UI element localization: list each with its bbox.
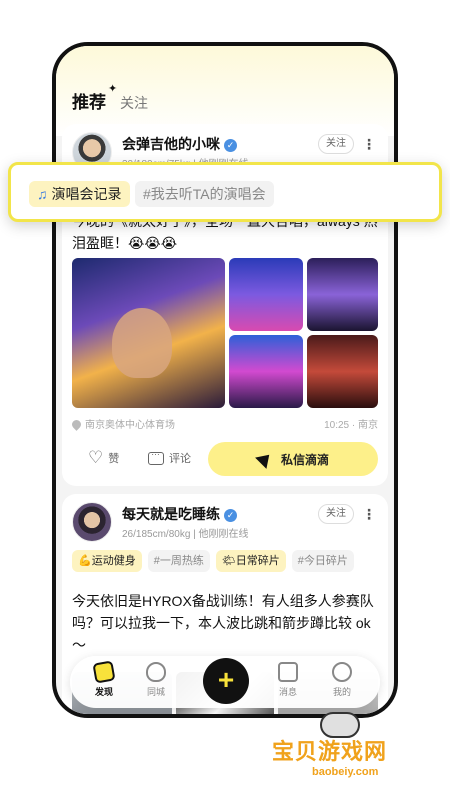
like-label: 赞 xyxy=(108,453,120,465)
message-icon xyxy=(278,662,298,682)
comment-label: 评论 xyxy=(169,453,191,465)
discover-icon xyxy=(92,660,116,684)
photo-selfie[interactable] xyxy=(72,258,225,408)
verified-badge-icon: ✓ xyxy=(224,508,237,522)
heart-icon: ♡ xyxy=(88,448,104,467)
nav-message[interactable]: 消息 xyxy=(268,662,308,698)
sparkle-icon: ✦ xyxy=(108,83,118,95)
tab-recommended[interactable]: 推荐 xyxy=(72,88,106,115)
user-stats: 26/185cm/80kg xyxy=(122,529,191,540)
username[interactable]: 每天就是吃睡练 ✓ xyxy=(122,504,237,524)
watermark-url: baobeiy.com xyxy=(312,766,379,778)
hashtag-concert[interactable]: #我去听TA的演唱会 xyxy=(135,181,274,207)
send-icon xyxy=(255,449,275,469)
nav-discover-label: 发现 xyxy=(94,687,113,697)
username-text: 每天就是吃睡练 xyxy=(122,506,220,522)
photo-stage[interactable] xyxy=(307,258,378,331)
nav-nearby-label: 同城 xyxy=(146,687,165,697)
nav-discover[interactable]: 发现 xyxy=(84,660,124,698)
tab-following[interactable]: 关注 xyxy=(120,93,148,113)
location[interactable]: 南京奥体中心体育场 xyxy=(70,416,175,431)
profile-smile-icon xyxy=(332,662,352,682)
nav-nearby[interactable]: 同城 xyxy=(136,662,176,698)
topic-chip-fitness[interactable]: 💪运动健身 xyxy=(72,550,142,572)
topic-chip-label: 演唱会记录 xyxy=(51,186,122,202)
more-options-icon[interactable]: ⋮ xyxy=(362,504,376,524)
create-post-button[interactable]: + xyxy=(203,658,249,704)
username-text: 会弹吉他的小咪 xyxy=(122,136,220,152)
comment-button[interactable]: 评论 xyxy=(148,447,191,466)
like-button[interactable]: ♡ 赞 xyxy=(88,448,120,467)
user-meta: 26/185cm/80kg | 他刚刚在线 xyxy=(122,529,249,540)
location-text: 南京奥体中心体育场 xyxy=(85,420,175,431)
action-row: ♡ 赞 评论 私信滴滴 xyxy=(72,442,378,476)
nearby-heart-icon xyxy=(146,662,166,682)
photo-crowd[interactable] xyxy=(307,335,378,408)
location-pin-icon xyxy=(70,418,83,431)
topic-chip-daily[interactable]: 🌤日常碎片 xyxy=(215,550,286,572)
site-watermark: 宝贝游戏网 baobeiy.com xyxy=(270,712,440,792)
topic-callout: ♫ 演唱会记录 #我去听TA的演唱会 xyxy=(8,162,442,222)
post-text: 今天依旧是HYROX备战训练！有人组多人参赛队吗？可以拉我一下，本人波比跳和箭步… xyxy=(72,593,374,653)
follow-button[interactable]: 关注 xyxy=(318,504,354,524)
nav-me-label: 我的 xyxy=(332,687,351,697)
online-status: 他刚刚在线 xyxy=(198,529,249,540)
comment-icon xyxy=(148,447,164,465)
follow-button[interactable]: 关注 xyxy=(318,134,354,154)
nav-me[interactable]: 我的 xyxy=(322,662,362,698)
verified-badge-icon: ✓ xyxy=(224,138,237,152)
topic-chip-concert[interactable]: ♫ 演唱会记录 xyxy=(29,181,130,207)
photo-grid xyxy=(72,258,378,408)
post-author-row: 每天就是吃睡练 ✓ 26/185cm/80kg | 他刚刚在线 关注 ⋮ xyxy=(72,502,378,542)
dm-button[interactable]: 私信滴滴 xyxy=(208,442,378,476)
bottom-nav: 发现 同城 + 消息 我的 xyxy=(70,656,380,708)
watermark-text: 宝贝游戏网 xyxy=(272,739,388,764)
hashtag-today[interactable]: #今日碎片 xyxy=(291,550,354,572)
photo-lightsticks[interactable] xyxy=(229,258,303,331)
username[interactable]: 会弹吉他的小咪 ✓ xyxy=(122,134,237,154)
post-time: 10:25 · 南京 xyxy=(324,420,378,431)
more-options-icon[interactable]: ⋮ xyxy=(362,134,376,154)
dm-label: 私信滴滴 xyxy=(280,452,329,467)
avatar[interactable] xyxy=(72,502,112,542)
music-note-icon: ♫ xyxy=(37,186,48,202)
topic-tags: 💪运动健身 #一周热练 🌤日常碎片 #今日碎片 xyxy=(72,550,354,572)
nav-message-label: 消息 xyxy=(278,687,297,697)
photo-stage-lights[interactable] xyxy=(229,335,303,408)
hashtag-weekly-training[interactable]: #一周热练 xyxy=(147,550,210,572)
phone-frame: 推荐 关注 ✦ 会弹吉他的小咪✓ 30/180cm/75kg | 他刚刚在线 关… xyxy=(52,42,398,718)
